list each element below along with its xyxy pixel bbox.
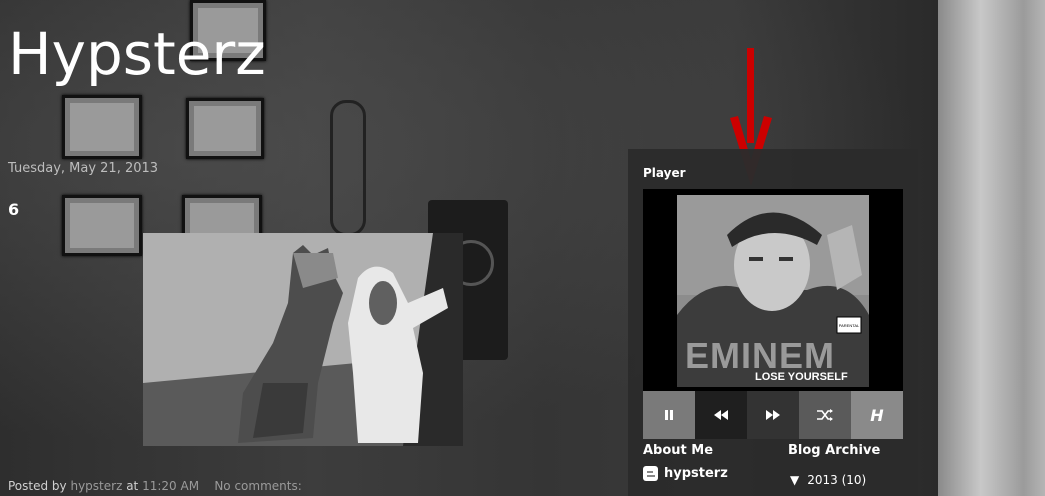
post-date: Tuesday, May 21, 2013 <box>8 161 159 176</box>
wall-frame <box>186 98 264 159</box>
player-brand-button[interactable]: H <box>851 391 903 439</box>
archive-toggle-icon[interactable]: ▼ <box>790 473 799 487</box>
blog-archive-heading: Blog Archive <box>788 443 881 458</box>
blogger-icon <box>643 466 658 481</box>
background-right-wall <box>938 0 1045 496</box>
profile-name[interactable]: hypsterz <box>664 466 728 481</box>
archive-year-link[interactable]: 2013 <box>807 473 838 487</box>
blog-title[interactable]: Hypsterz <box>8 20 266 88</box>
posted-by-label: Posted by <box>8 479 67 493</box>
wall-hoop <box>330 100 366 236</box>
author-link[interactable]: hypsterz <box>70 479 122 493</box>
about-me-heading: About Me <box>643 443 714 458</box>
comments-link[interactable]: No comments: <box>214 479 301 493</box>
archive-year-count: (10) <box>841 473 867 487</box>
rewind-icon <box>714 410 728 420</box>
shuffle-icon <box>817 409 833 421</box>
at-label: at <box>126 479 139 493</box>
next-button[interactable] <box>747 391 799 439</box>
album-cover: PARENTAL EMINEM LOSE YOURSELF <box>677 195 869 387</box>
player-heading: Player <box>643 166 686 180</box>
shuffle-button[interactable] <box>799 391 851 439</box>
previous-button[interactable] <box>695 391 747 439</box>
post-title[interactable]: 6 <box>8 200 19 219</box>
player-controls: H <box>643 391 903 439</box>
profile-link[interactable]: hypsterz <box>643 466 728 481</box>
post-footer: Posted by hypsterz at 11:20 AM No commen… <box>8 479 302 493</box>
album-track-title: LOSE YOURSELF <box>755 371 848 383</box>
fast-forward-icon <box>766 410 780 420</box>
pause-button[interactable] <box>643 391 695 439</box>
post-time-link[interactable]: 11:20 AM <box>142 479 199 493</box>
wall-frame <box>62 95 142 159</box>
post-image <box>143 233 463 446</box>
pause-icon <box>665 410 673 420</box>
wall-frame <box>62 195 142 256</box>
archive-year-item[interactable]: ▼ 2013 (10) <box>790 473 866 487</box>
advisory-label: PARENTAL <box>839 323 860 328</box>
